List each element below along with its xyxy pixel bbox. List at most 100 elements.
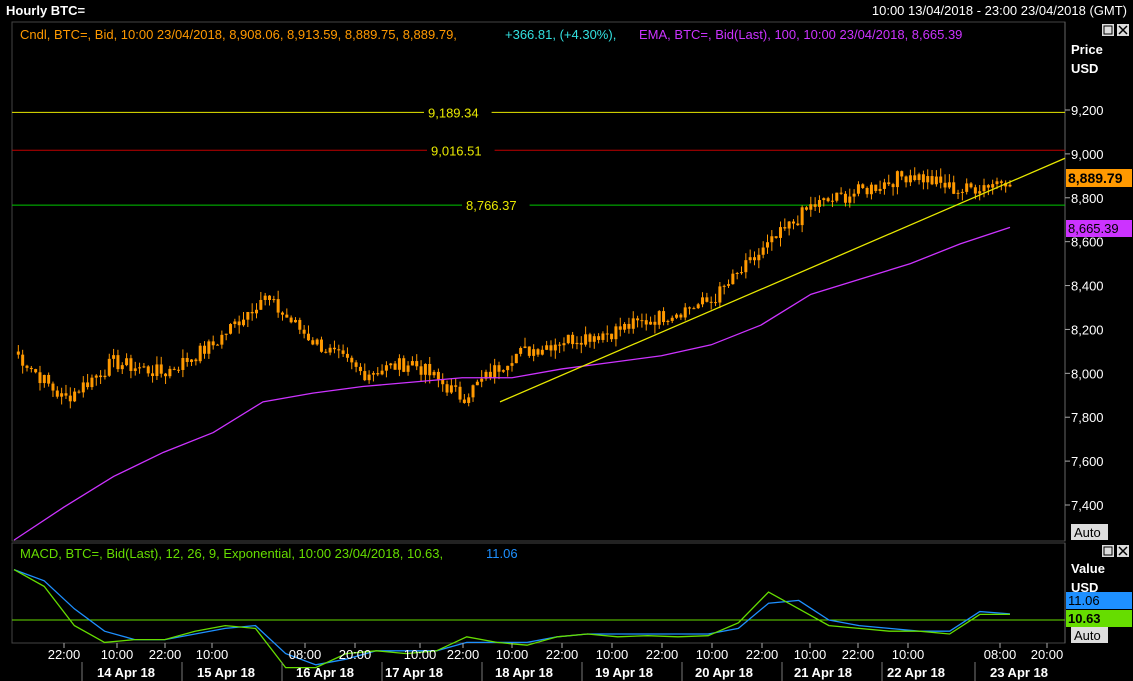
price-close-icon[interactable] <box>1117 24 1129 36</box>
candle-body <box>536 349 540 355</box>
candle-body <box>761 247 765 255</box>
candle-body <box>38 372 42 384</box>
candle-body <box>337 349 341 351</box>
candle-body <box>545 345 549 350</box>
candle-body <box>657 311 661 325</box>
candle-body <box>597 336 601 340</box>
time-tick-label: 22:00 <box>646 647 679 662</box>
candle-body <box>233 321 237 325</box>
candle-body <box>817 200 821 207</box>
candle-body <box>198 345 202 362</box>
candle-body <box>878 188 882 191</box>
signal-value: 11.06 <box>1068 593 1100 608</box>
date-tick-label: 20 Apr 18 <box>695 665 753 680</box>
macd-maximize-icon[interactable] <box>1102 545 1114 557</box>
ema-value: 8,665.39 <box>1068 221 1119 236</box>
macd-close-icon[interactable] <box>1117 545 1129 557</box>
candle-body <box>190 359 194 362</box>
date-tick-label: 17 Apr 18 <box>385 665 443 680</box>
candle-body <box>852 193 856 197</box>
candle-body <box>21 354 25 366</box>
candle-body <box>151 373 155 377</box>
candle-body <box>960 191 964 193</box>
candle-body <box>389 363 393 366</box>
candle-body <box>116 355 120 370</box>
candle-body <box>584 334 588 345</box>
price-auto-button[interactable]: Auto <box>1071 524 1108 540</box>
candle-body <box>579 342 583 345</box>
candle-body <box>276 299 280 313</box>
date-tick-label: 19 Apr 18 <box>595 665 653 680</box>
candle-body <box>813 204 817 207</box>
candle-body <box>731 273 735 285</box>
time-tick-label: 08:00 <box>984 647 1017 662</box>
candle-body <box>744 260 748 273</box>
time-tick-label: 10:00 <box>496 647 529 662</box>
candle-body <box>636 318 640 321</box>
candle-body <box>68 395 72 402</box>
candle-body <box>978 191 982 194</box>
candle-body <box>367 374 371 381</box>
candle-body <box>826 198 830 202</box>
candle-body <box>740 272 744 274</box>
price-chart[interactable]: 9,189.34 9,016.51 8,766.37 7,400 7,600 7,800… <box>0 0 1133 681</box>
candle-body <box>380 370 384 375</box>
candle-body <box>986 185 990 188</box>
candle-body <box>371 373 375 375</box>
price-tick-label: 8,800 <box>1071 191 1104 206</box>
candle-body <box>709 301 713 303</box>
candle-body <box>181 357 185 370</box>
candle-body <box>47 374 51 384</box>
candle-body <box>34 369 38 373</box>
candle-body <box>514 353 518 364</box>
candle-body <box>138 367 142 369</box>
candle-body <box>748 257 752 261</box>
candle-body <box>298 319 302 330</box>
time-tick-label: 22:00 <box>546 647 579 662</box>
candle-body <box>917 174 921 181</box>
price-tick-label: 8,200 <box>1071 322 1104 337</box>
price-panel-frame <box>11 21 1066 542</box>
candle-body <box>809 204 813 210</box>
candle-body <box>982 185 986 192</box>
candle-body <box>449 385 453 393</box>
candle-body <box>259 299 263 310</box>
candle-body <box>722 285 726 287</box>
candle-body <box>64 393 68 396</box>
candle-body <box>995 181 999 185</box>
level-label: 9,189.34 <box>428 105 479 120</box>
macd-axis-title: Value <box>1071 561 1105 576</box>
candle-body <box>835 192 839 201</box>
candle-body <box>532 349 536 356</box>
date-tick-label: 23 Apr 18 <box>990 665 1048 680</box>
candle-body <box>172 368 176 370</box>
candle-body <box>571 334 575 345</box>
macd-auto-button[interactable]: Auto <box>1071 627 1108 643</box>
candle-body <box>324 351 328 353</box>
candle-body <box>566 334 570 344</box>
candle-body <box>623 323 627 330</box>
svg-text:Auto: Auto <box>1074 525 1101 540</box>
candle-body <box>272 299 276 301</box>
candle-body <box>601 333 605 340</box>
candle-body <box>804 207 808 210</box>
candle-body <box>29 367 33 370</box>
time-tick-label: 08:00 <box>289 647 322 662</box>
candle-body <box>800 207 804 226</box>
candle-body <box>856 184 860 194</box>
candle-body <box>783 227 787 229</box>
candle-body <box>666 320 670 323</box>
candle-body <box>701 297 705 305</box>
candle-body <box>895 171 899 188</box>
candle-body <box>280 312 284 315</box>
candle-body <box>319 339 323 352</box>
candle-body <box>25 365 29 368</box>
time-tick-label: 10:00 <box>596 647 629 662</box>
candle-body <box>419 366 423 375</box>
candle-body <box>930 176 934 185</box>
candle-body <box>675 314 679 318</box>
price-maximize-icon[interactable] <box>1102 24 1114 36</box>
candle-body <box>155 364 159 377</box>
candle-body <box>588 334 592 342</box>
candle-body <box>965 183 969 192</box>
